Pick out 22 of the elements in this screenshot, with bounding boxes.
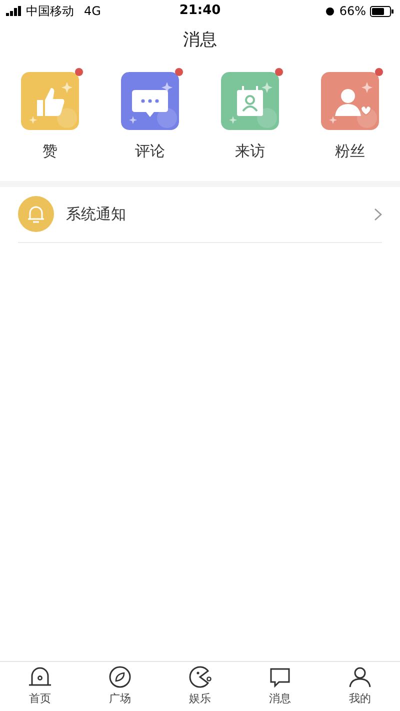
status-time: 21:40 <box>179 2 221 20</box>
tab-item[interactable]: 我的 <box>320 662 400 711</box>
category-label: 来访 <box>235 141 265 162</box>
page-title: 消息 <box>183 29 217 52</box>
user-icon <box>347 665 373 690</box>
tab-item[interactable]: 娱乐 <box>160 662 240 711</box>
battery-percent: 66% <box>339 3 366 20</box>
category-label: 粉丝 <box>335 141 365 162</box>
notice-row[interactable]: 系统通知 <box>18 186 382 242</box>
compass-icon <box>107 665 133 690</box>
pacman-icon <box>187 665 213 690</box>
tab-item[interactable]: 首页 <box>0 662 80 711</box>
network-type: 4G <box>84 3 101 20</box>
tab-item[interactable]: 广场 <box>80 662 160 711</box>
battery-icon <box>370 6 394 16</box>
bell-icon <box>18 196 54 232</box>
chevron-icon <box>374 208 382 220</box>
category-label: 赞 <box>42 141 58 162</box>
carrier-name: 中国移动 <box>26 3 74 20</box>
tab-item[interactable]: 消息 <box>240 662 320 711</box>
signal-icon <box>6 6 22 16</box>
category-label: 评论 <box>135 141 165 162</box>
